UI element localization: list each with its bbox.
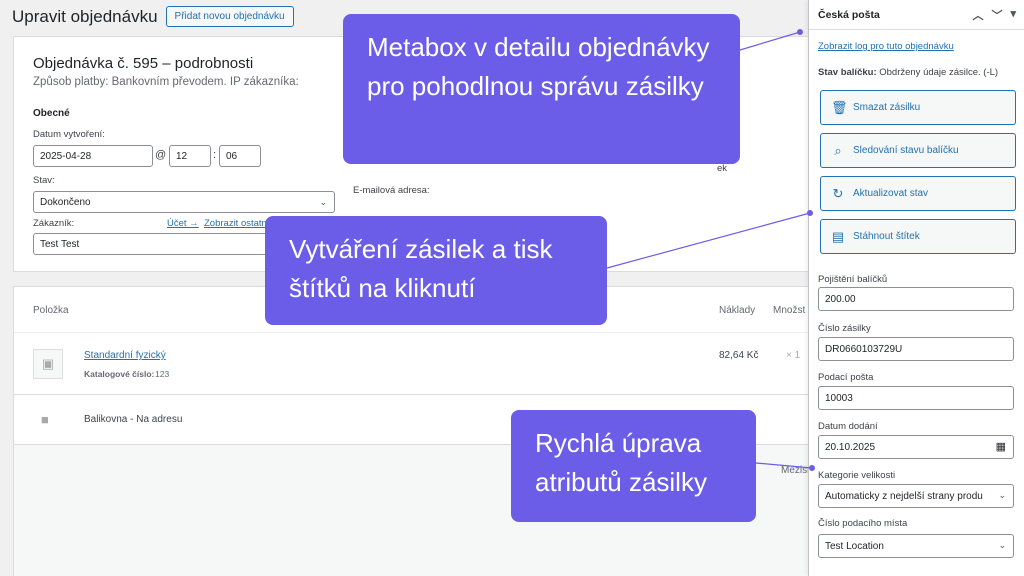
sku-value: 123 <box>155 369 170 379</box>
size-category-label: Kategorie velikosti <box>818 470 896 481</box>
column-qty: Množst <box>773 305 806 316</box>
status-select[interactable]: Dokončeno ⌄ <box>33 191 335 213</box>
track-package-label: Sledování stavu balíčku <box>853 145 959 156</box>
location-select[interactable]: Test Location ⌄ <box>818 534 1014 558</box>
update-status-label: Aktualizovat stav <box>853 188 929 199</box>
partial-text: ek <box>717 163 728 174</box>
location-value: Test Location <box>825 540 884 552</box>
post-office-label: Podací pošta <box>818 372 874 383</box>
table-row: ▣ Standardní fyzický Katalogové číslo: 1… <box>14 333 812 395</box>
image-placeholder-icon: ▣ <box>33 349 63 379</box>
trash-icon: 🗑 <box>831 99 848 115</box>
post-office-input[interactable]: 10003 <box>818 386 1014 410</box>
product-name-link[interactable]: Standardní fyzický <box>84 350 166 361</box>
metabox-header: Česká pošta ︿ ﹀ ▾ <box>809 0 1024 30</box>
status-label: Stav: <box>33 175 55 186</box>
connector-dot-metabox <box>797 29 803 35</box>
customer-select[interactable]: Test Test <box>33 233 273 255</box>
payment-info: Způsob platby: Bankovním převodem. IP zá… <box>33 76 299 88</box>
callout-attributes: Rychlá úprava atributů zásilky <box>511 410 756 522</box>
truck-icon: ■ <box>41 412 49 427</box>
package-status-value: Obdrženy údaje zásilce. (-L) <box>879 67 999 78</box>
account-link[interactable]: Účet → <box>167 218 199 229</box>
time-separator: : <box>213 149 217 161</box>
chevron-down-icon: ⌄ <box>998 490 1006 500</box>
delivery-date-label: Datum dodání <box>818 421 878 432</box>
metabox-title: Česká pošta <box>818 8 880 21</box>
add-order-button[interactable]: Přidat novou objednávku <box>165 6 294 27</box>
size-category-value: Automaticky z nejdelší strany produ <box>825 490 983 502</box>
callout-labels: Vytváření zásilek a tisk štítků na klikn… <box>265 216 607 325</box>
created-date-label: Datum vytvoření: <box>33 129 105 140</box>
track-package-button[interactable]: ⌕ Sledování stavu balíčku <box>820 133 1016 168</box>
view-other-orders-link[interactable]: Zobrazit ostatn <box>204 218 267 229</box>
triangle-down-icon[interactable]: ▾ <box>1010 7 1016 23</box>
callout-metabox: Metabox v detailu objednávky pro pohodln… <box>343 14 740 164</box>
product-qty: × 1 <box>786 350 801 361</box>
delivery-date-value: 20.10.2025 <box>825 441 876 453</box>
delete-shipment-button[interactable]: 🗑 Smazat zásilku <box>820 90 1016 125</box>
document-icon: ▤ <box>831 228 845 244</box>
size-category-select[interactable]: Automaticky z nejdelší strany produ ⌄ <box>818 484 1014 508</box>
page-title: Upravit objednávku <box>12 6 158 26</box>
parcel-number-label: Číslo zásilky <box>818 323 871 334</box>
chevron-down-icon: ⌄ <box>319 197 327 207</box>
update-status-button[interactable]: ↻ Aktualizovat stav <box>820 176 1016 211</box>
package-status-label: Stav balíčku: <box>818 67 877 78</box>
general-section-title: Obecné <box>33 108 70 119</box>
customer-label: Zákazník: <box>33 218 75 229</box>
refresh-icon: ↻ <box>832 185 844 201</box>
insurance-input[interactable]: 200.00 <box>818 287 1014 311</box>
insurance-label: Pojištění balíčků <box>818 274 888 285</box>
email-label: E-mailová adresa: <box>353 185 430 196</box>
download-label-button[interactable]: ▤ Stáhnout štítek <box>820 219 1016 254</box>
product-cost: 82,64 Kč <box>719 350 759 361</box>
created-hour-input[interactable]: 12 <box>169 145 211 167</box>
delete-shipment-label: Smazat zásilku <box>853 102 921 113</box>
shipping-name: Balikovna - Na adresu <box>84 414 183 425</box>
ceska-posta-metabox: Česká pošta ︿ ﹀ ▾ Zobrazit log pro tuto … <box>808 0 1024 576</box>
sku-label: Katalogové číslo: <box>84 369 155 379</box>
at-symbol: @ <box>155 149 167 161</box>
subtotal-label: Mezisi <box>781 465 810 476</box>
created-date-input[interactable]: 2025-04-28 <box>33 145 153 167</box>
package-status: Stav balíčku: Obdrženy údaje zásilce. (-… <box>818 67 998 78</box>
search-icon: ⌕ <box>834 142 842 158</box>
created-minute-input[interactable]: 06 <box>219 145 261 167</box>
status-value: Dokončeno <box>40 196 91 208</box>
view-log-link[interactable]: Zobrazit log pro tuto objednávku <box>818 41 954 52</box>
chevron-down-icon: ⌄ <box>998 540 1006 550</box>
metabox-controls: ︿ ﹀ ▾ <box>972 7 1016 23</box>
order-heading: Objednávka č. 595 – podrobnosti <box>33 55 254 72</box>
chevron-down-icon[interactable]: ﹀ <box>991 7 1002 23</box>
parcel-number-input[interactable]: DR0660103729U <box>818 337 1014 361</box>
column-item: Položka <box>33 305 69 316</box>
page-header: Upravit objednávku Přidat novou objednáv… <box>12 6 294 27</box>
location-label: Číslo podacího místa <box>818 518 908 529</box>
chevron-up-icon[interactable]: ︿ <box>972 7 983 23</box>
download-label-label: Stáhnout štítek <box>853 231 920 242</box>
calendar-icon[interactable]: ▦ <box>996 440 1006 453</box>
column-cost: Náklady <box>719 305 756 316</box>
delivery-date-input[interactable]: 20.10.2025 ▦ <box>818 435 1014 459</box>
